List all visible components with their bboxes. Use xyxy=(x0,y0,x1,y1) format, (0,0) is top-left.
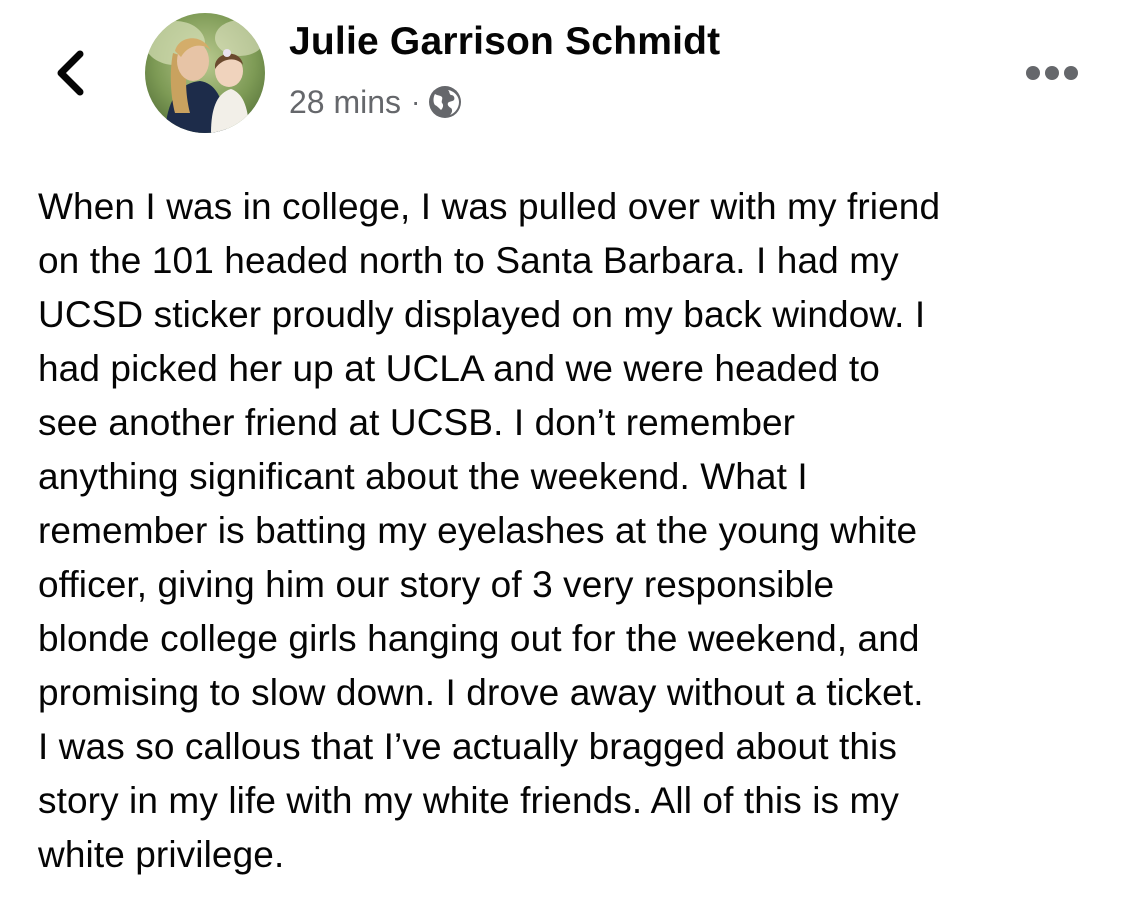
post-text-line: story in my life with my white friends. … xyxy=(38,780,900,821)
post-text-line: see another friend at UCSB. I don’t reme… xyxy=(38,402,796,443)
post-text-line: white privilege. xyxy=(38,834,285,875)
avatar-photo xyxy=(145,13,265,133)
post-text-line: officer, giving him our story of 3 very … xyxy=(38,564,835,605)
post-text-line: remember is batting my eyelashes at the … xyxy=(38,510,918,551)
meta-separator: · xyxy=(411,86,421,117)
post-text: When I was in college, I was pulled over… xyxy=(38,180,1098,882)
post-text-line: had picked her up at UCLA and we were he… xyxy=(38,348,880,389)
avatar[interactable] xyxy=(145,13,265,133)
post-text-line: promising to slow down. I drove away wit… xyxy=(38,672,924,713)
post-meta: 28 mins · xyxy=(289,82,462,122)
chevron-left-icon xyxy=(57,50,84,96)
post-text-line: blonde college girls hanging out for the… xyxy=(38,618,920,659)
post-text-line: on the 101 headed north to Santa Barbara… xyxy=(38,240,899,281)
more-horizontal-icon xyxy=(1026,66,1078,80)
post-text-line: anything significant about the weekend. … xyxy=(38,456,808,497)
more-options-button[interactable] xyxy=(1022,56,1082,90)
back-button[interactable] xyxy=(40,38,100,108)
globe-icon xyxy=(429,86,462,118)
post-text-line: UCSD sticker proudly displayed on my bac… xyxy=(38,294,926,335)
post-text-line: I was so callous that I’ve actually brag… xyxy=(38,726,897,767)
author-name[interactable]: Julie Garrison Schmidt xyxy=(289,20,720,64)
post-text-line: When I was in college, I was pulled over… xyxy=(38,186,941,227)
post-timestamp[interactable]: 28 mins xyxy=(289,84,401,121)
